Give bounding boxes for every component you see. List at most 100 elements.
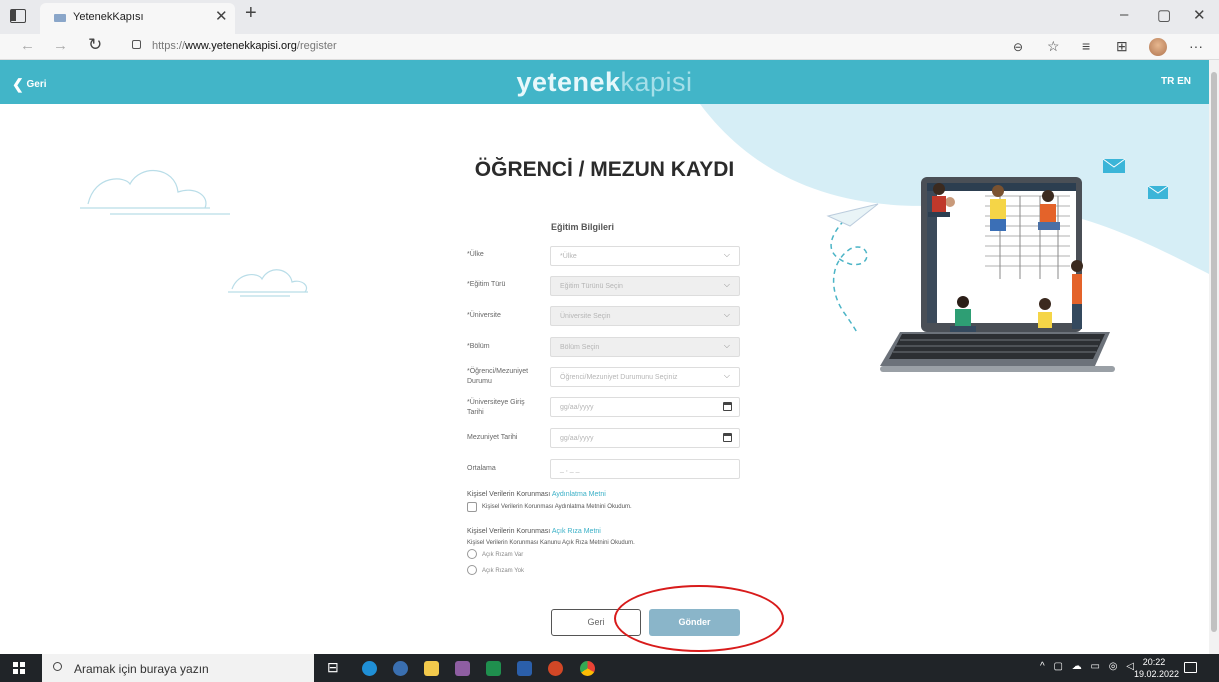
kvkk-prefix: Kişisel Verilerin Korunması <box>467 491 551 498</box>
zoom-icon[interactable]: ⊖ <box>1013 40 1023 54</box>
highlight-annotation <box>614 585 784 652</box>
word-icon[interactable] <box>517 661 532 676</box>
explicit-statement: Kişisel Verilerin Korunması Kanunu Açık … <box>467 540 635 546</box>
chevron-down-icon: ⌵ <box>723 280 730 289</box>
cortana-icon[interactable] <box>393 661 408 676</box>
notification-icon[interactable] <box>1184 662 1197 673</box>
refresh-icon[interactable]: ↻ <box>88 35 102 55</box>
page-title: ÖĞRENCİ / MEZUN KAYDI <box>474 158 735 181</box>
search-icon <box>53 662 62 671</box>
university-select[interactable]: Üniversite Seçin ⌵ <box>550 306 740 326</box>
gpa-label: Ortalama <box>467 465 496 472</box>
logo-bold-text: yetenek <box>516 67 621 97</box>
more-icon[interactable]: ··· <box>1189 38 1203 54</box>
language-switcher: TR EN <box>1161 76 1191 87</box>
grad-date-placeholder: gg/aa/yyyy <box>560 435 594 442</box>
close-icon[interactable]: ✕ <box>215 7 228 25</box>
tab-strip: YetenekKapısı ✕ + – ▢ ✕ <box>0 0 1219 34</box>
chrome-icon[interactable] <box>580 661 595 676</box>
chevron-down-icon: ⌵ <box>723 310 730 319</box>
tab-title: YetenekKapısı <box>73 11 144 23</box>
scroll-thumb[interactable] <box>1211 72 1217 632</box>
task-view-icon[interactable]: ⊟ <box>327 659 339 676</box>
restore-button[interactable]: ▢ <box>1157 6 1171 24</box>
lang-tr[interactable]: TR <box>1161 76 1174 87</box>
browser-tab[interactable]: YetenekKapısı ✕ <box>40 3 235 34</box>
minimize-button[interactable]: – <box>1120 6 1128 23</box>
edu-type-select[interactable]: Eğitim Türünü Seçin ⌵ <box>550 276 740 296</box>
forward-arrow-icon[interactable]: → <box>53 37 68 54</box>
department-select[interactable]: Bölüm Seçin ⌵ <box>550 337 740 357</box>
entry-date-placeholder: gg/aa/yyyy <box>560 404 594 411</box>
radio-consent-yes[interactable] <box>467 549 477 559</box>
close-window-button[interactable]: ✕ <box>1193 6 1206 24</box>
cloud-illustration <box>80 170 308 297</box>
department-placeholder: Bölüm Seçin <box>560 344 600 351</box>
radio-no-label: Açık Rızam Yok <box>482 568 525 574</box>
edu-type-label: *Eğitim Türü <box>467 281 506 288</box>
tab-actions-icon[interactable] <box>10 9 26 23</box>
edge-icon[interactable] <box>362 661 377 676</box>
country-placeholder: *Ülke <box>560 253 577 260</box>
file-explorer-icon[interactable] <box>424 661 439 676</box>
status-label: *Öğrenci/Mezuniyet Durumu <box>467 368 529 385</box>
url-field[interactable]: https://www.yetenekkapisi.org/register <box>152 40 337 52</box>
scrollbar[interactable] <box>1209 60 1219 654</box>
clock-time: 20:22 <box>1142 657 1166 667</box>
profile-icon[interactable] <box>1149 38 1167 56</box>
calendar-icon[interactable] <box>723 402 732 411</box>
search-placeholder: Aramak için buraya yazın <box>74 662 209 676</box>
chevron-down-icon: ⌵ <box>723 341 730 350</box>
favorite-icon[interactable]: ☆ <box>1047 38 1060 55</box>
clock-date: 19.02.2022 <box>1134 669 1180 679</box>
explicit-text: Kişisel Verilerin Korunması Açık Rıza Me… <box>467 528 601 535</box>
section-title: Eğitim Bilgileri <box>551 222 615 232</box>
status-select[interactable]: Öğrenci/Mezuniyet Durumunu Seçiniz ⌵ <box>550 367 740 387</box>
chevron-down-icon: ⌵ <box>723 371 730 380</box>
taskbar: Aramak için buraya yazın ⊟ ^ ▢ ☁ ▭ ◎ ◁ 2… <box>0 654 1219 682</box>
country-select[interactable]: *Ülke ⌵ <box>550 246 740 266</box>
favicon-icon <box>54 14 66 22</box>
department-label: *Bölüm <box>467 343 490 350</box>
country-label: *Ülke <box>467 251 484 258</box>
site-logo[interactable]: yetenekkapisi <box>0 67 1209 98</box>
grad-date-label: Mezuniyet Tarihi <box>467 434 518 441</box>
windows-start-icon[interactable] <box>13 662 25 674</box>
university-placeholder: Üniversite Seçin <box>560 313 611 320</box>
plus-icon[interactable]: + <box>245 2 257 25</box>
lang-en[interactable]: EN <box>1177 76 1191 87</box>
explicit-link[interactable]: Açık Rıza Metni <box>552 528 601 535</box>
taskbar-search[interactable]: Aramak için buraya yazın <box>42 654 314 682</box>
edu-type-placeholder: Eğitim Türünü Seçin <box>560 283 623 290</box>
university-label: *Üniversite <box>467 312 501 319</box>
excel-icon[interactable] <box>486 661 501 676</box>
chevron-down-icon: ⌵ <box>723 250 730 259</box>
gpa-placeholder: _ , _ _ <box>560 466 580 473</box>
explicit-prefix: Kişisel Verilerin Korunması <box>467 528 551 535</box>
calendar-icon[interactable] <box>723 433 732 442</box>
kvkk-checkbox-label: Kişisel Verilerin Korunması Aydınlatma M… <box>482 504 632 510</box>
grad-date-input[interactable]: gg/aa/yyyy <box>550 428 740 448</box>
back-arrow-icon[interactable]: ← <box>20 37 35 54</box>
kvkk-text: Kişisel Verilerin Korunması Aydınlatma M… <box>467 491 606 498</box>
kvkk-link[interactable]: Aydınlatma Metni <box>552 491 606 498</box>
entry-date-input[interactable]: gg/aa/yyyy <box>550 397 740 417</box>
entry-date-label: *Üniversiteye Giriş Tarihi <box>467 399 525 416</box>
paint-icon[interactable] <box>455 661 470 676</box>
status-placeholder: Öğrenci/Mezuniyet Durumunu Seçiniz <box>560 374 678 381</box>
browser-window: YetenekKapısı ✕ + – ▢ ✕ ← → ↻ https://ww… <box>0 0 1219 682</box>
logo-light-text: kapisi <box>620 67 693 97</box>
site-header: ❮ Geri yetenekkapisi TR EN <box>0 60 1209 104</box>
collections-icon[interactable]: ⊞ <box>1116 38 1128 55</box>
lock-icon[interactable] <box>132 40 141 49</box>
kvkk-checkbox[interactable] <box>467 502 477 512</box>
system-tray[interactable]: ^ ▢ ☁ ▭ ◎ ◁ <box>1040 661 1137 672</box>
favorites-list-icon[interactable]: ≡ <box>1082 38 1090 54</box>
web-page: ❮ Geri yetenekkapisi TR EN ÖĞRENCİ / MEZ… <box>0 60 1209 654</box>
radio-yes-label: Açık Rızam Var <box>482 552 524 558</box>
powerpoint-icon[interactable] <box>548 661 563 676</box>
clock[interactable]: 20:22 19.02.2022 <box>1134 656 1180 680</box>
address-bar: ← → ↻ https://www.yetenekkapisi.org/regi… <box>0 34 1219 60</box>
gpa-input[interactable]: _ , _ _ <box>550 459 740 479</box>
radio-consent-no[interactable] <box>467 565 477 575</box>
